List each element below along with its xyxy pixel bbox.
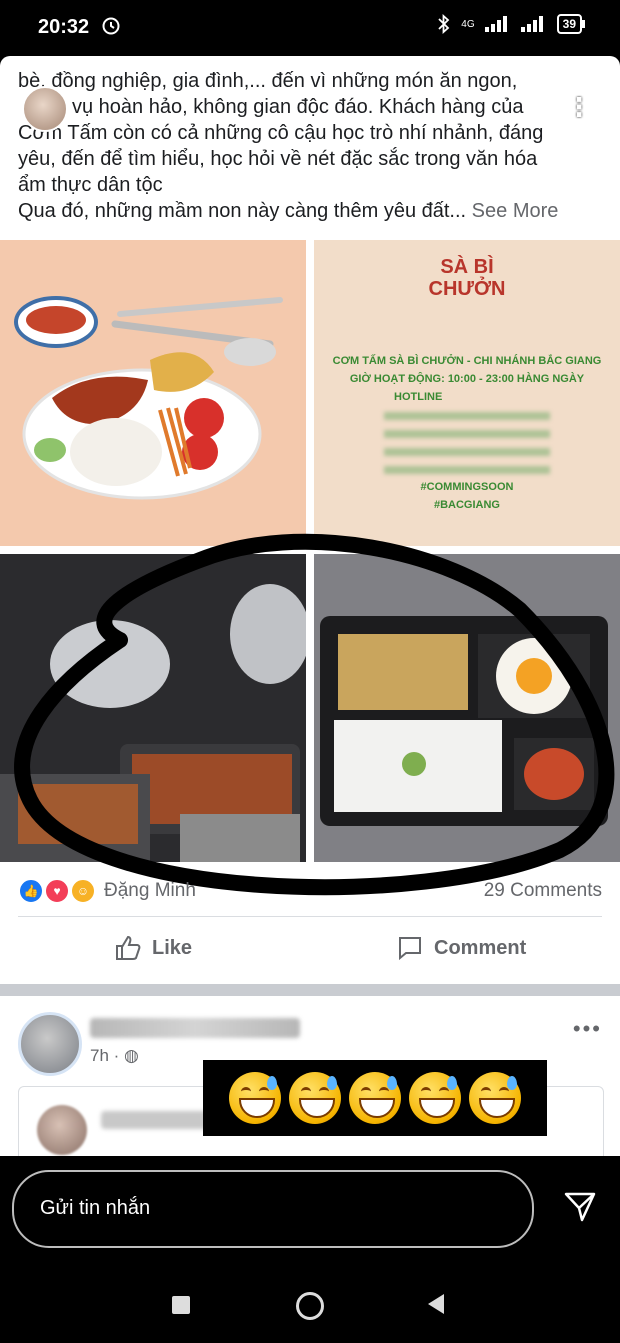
alarm-icon [100,14,122,41]
send-icon[interactable] [562,1188,598,1229]
post2-author-name-blurred [90,1018,300,1038]
shop-info-line: HOTLINE [394,391,443,403]
reply-input[interactable]: Gửi tin nhắn [12,1170,534,1248]
story-author-avatar[interactable] [22,86,68,132]
see-more-link[interactable]: See More [472,200,559,222]
like-label: Like [152,936,193,959]
system-navbar [0,1268,620,1343]
shop-logo-line2: CHƯỞN [428,278,506,300]
sweat-smile-emoji-icon [469,1072,521,1124]
thumbs-up-icon [116,935,141,960]
status-icons: 4G 39 [437,14,586,34]
post2-avatar[interactable] [18,1012,82,1076]
globe-icon: ◍ [124,1046,139,1065]
bluetooth-icon [438,14,450,34]
post-separator [0,984,620,996]
annotation-circle [14,533,615,896]
blurred-contact-lines [384,406,550,478]
clock: 20:32 [38,16,90,38]
care-reaction-icon: ☺ [70,878,96,904]
shop-info-line: CƠM TẤM SÀ BÌ CHƯỞN - CHI NHÁNH BẮC GIAN… [332,355,602,367]
post-text: bè, đồng nghiệp, gia đình,... đến vì nhữ… [18,68,608,224]
signal-icon-2 [520,16,543,32]
sweat-smile-emoji-icon [229,1072,281,1124]
shop-logo-line1: SÀ BÌ [440,256,494,278]
post2-time: 7h · [90,1046,120,1065]
post-text-line: Qua đó, những mầm non này càng thêm yêu … [18,200,467,222]
post-text-line: ẩm thực dân tộc [18,174,163,196]
comment-label: Comment [434,936,527,959]
post-text-line: bè, đồng nghiệp, gia đình,... đến vì nhữ… [18,70,518,92]
story-more-icon[interactable]: ⋮ [566,92,592,123]
signal-icon [484,16,507,32]
reactions-summary[interactable]: 👍 ♥ ☺ Đặng Minh [18,878,196,904]
sweat-smile-emoji-icon [289,1072,341,1124]
comment-icon [399,937,421,961]
like-reaction-icon: 👍 [18,878,44,904]
emoji-sticker [203,1060,547,1136]
network-label: 4G [461,18,475,30]
post-text-line: vụ hoàn hảo, không gian độc đáo. Khách h… [72,96,524,118]
battery-icon: 39 [556,14,586,34]
photo-grid: SÀ BÌ CHƯỞN CƠM TẤM SÀ BÌ CHƯỞN - CHI NH… [0,240,620,896]
sweat-smile-emoji-icon [409,1072,461,1124]
story-card: bè, đồng nghiệp, gia đình,... đến vì nhữ… [0,56,620,1156]
post-text-last-line: Qua đó, những mầm non này càng thêm yêu … [18,198,608,224]
comment-button[interactable]: Comment [396,934,526,962]
reply-placeholder: Gửi tin nhắn [40,1197,151,1219]
shared-post-avatar [37,1105,87,1155]
back-button[interactable] [428,1294,444,1314]
post2-more-icon[interactable]: ••• [573,1016,602,1042]
sweat-smile-emoji-icon [349,1072,401,1124]
home-button[interactable] [296,1292,324,1320]
post2-meta: 7h · ◍ [90,1046,139,1066]
reaction-names: Đặng Minh [104,880,196,901]
comments-count[interactable]: 29 Comments [484,880,602,902]
love-reaction-icon: ♥ [44,878,70,904]
post-text-line: yêu, đến để tìm hiểu, học hỏi về nét đặc… [18,148,538,170]
like-button[interactable]: Like [114,934,192,962]
status-bar: 20:32 4G 39 [0,0,620,56]
post-text-line: Cơm Tấm còn có cả những cô cậu học trò n… [18,122,544,144]
shop-logo: SÀ BÌ CHƯỞN [314,256,620,300]
shop-info-line: GIỜ HOẠT ĐỘNG: 10:00 - 23:00 HÀNG NGÀY [349,373,585,385]
recents-button[interactable] [172,1296,190,1314]
divider [18,916,602,917]
